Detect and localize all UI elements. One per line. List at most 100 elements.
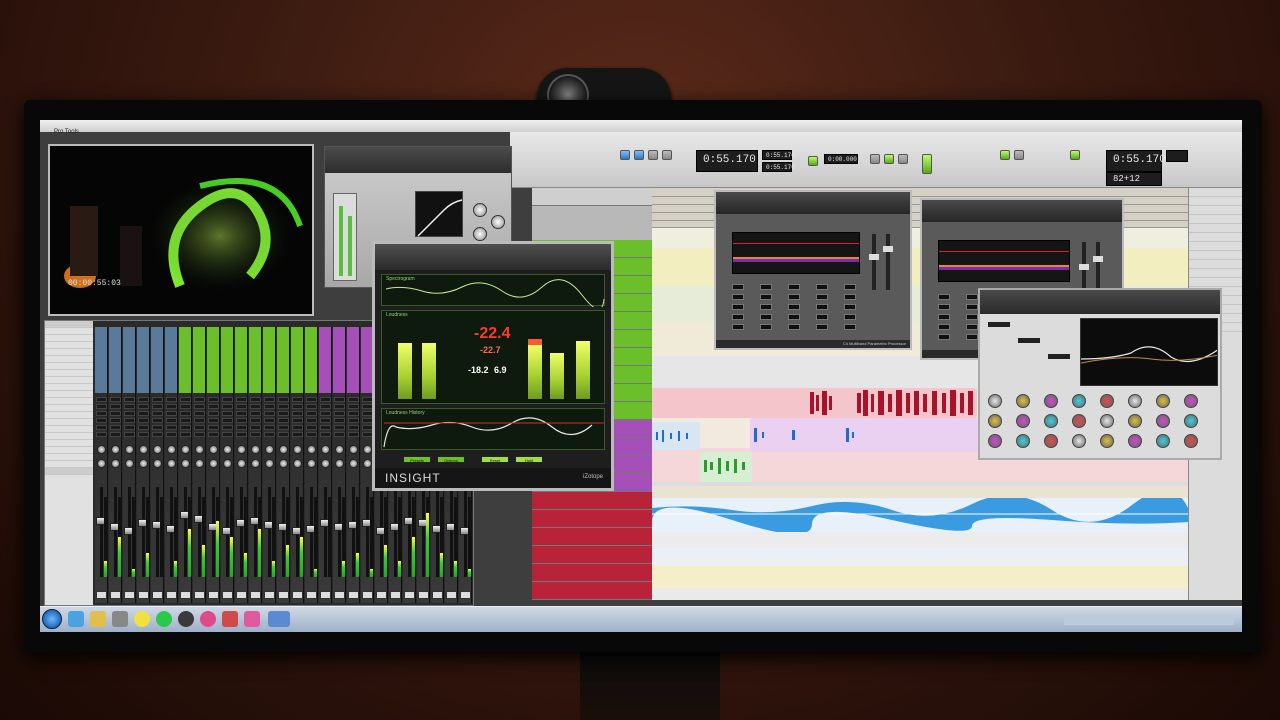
protools-icon[interactable] bbox=[178, 611, 194, 627]
mixer-channel-strip[interactable] bbox=[263, 327, 276, 603]
pan-knob[interactable] bbox=[349, 459, 358, 468]
insert-slot[interactable] bbox=[306, 425, 317, 430]
pan-knob[interactable] bbox=[97, 459, 106, 468]
mixer-channel-strip[interactable] bbox=[95, 327, 108, 603]
insert-slot[interactable] bbox=[320, 404, 331, 409]
insert-slot[interactable] bbox=[334, 404, 345, 409]
mix-tracks-list[interactable] bbox=[45, 321, 93, 605]
insert-slot[interactable] bbox=[278, 397, 289, 402]
mixer-channel-strip[interactable] bbox=[165, 327, 178, 603]
band-parameter-field[interactable] bbox=[938, 314, 950, 320]
insert-slot[interactable] bbox=[292, 397, 303, 402]
insert-slot[interactable] bbox=[306, 418, 317, 423]
band-parameter-field[interactable] bbox=[732, 294, 744, 300]
bars-beats-display[interactable]: 82+12 bbox=[1106, 172, 1162, 186]
insert-slot[interactable] bbox=[110, 418, 121, 423]
insert-slot[interactable] bbox=[222, 411, 233, 416]
pan-knob[interactable] bbox=[265, 459, 274, 468]
insert-slot[interactable] bbox=[166, 397, 177, 402]
track-name-plate[interactable] bbox=[404, 591, 415, 599]
mixer-channel-strip[interactable] bbox=[137, 327, 150, 603]
insert-slot[interactable] bbox=[96, 404, 107, 409]
band-parameter-field[interactable] bbox=[844, 314, 856, 320]
track-lane[interactable] bbox=[652, 548, 1188, 566]
track-name-plate[interactable] bbox=[320, 591, 331, 599]
plugin-header[interactable] bbox=[980, 290, 1220, 314]
insert-slot[interactable] bbox=[166, 418, 177, 423]
eq-band-knob[interactable] bbox=[988, 414, 1002, 428]
pan-knob[interactable] bbox=[167, 445, 176, 454]
ratio-knob[interactable] bbox=[473, 203, 487, 217]
pan-knob[interactable] bbox=[363, 445, 372, 454]
insert-slot[interactable] bbox=[124, 411, 135, 416]
audio-clip[interactable] bbox=[652, 422, 700, 450]
insert-slot[interactable] bbox=[208, 404, 219, 409]
insert-slot[interactable] bbox=[96, 425, 107, 430]
insert-slot[interactable] bbox=[152, 425, 163, 430]
pan-knob[interactable] bbox=[251, 459, 260, 468]
pan-knob[interactable] bbox=[251, 445, 260, 454]
insert-slot[interactable] bbox=[194, 425, 205, 430]
insert-slot[interactable] bbox=[334, 418, 345, 423]
pan-knob[interactable] bbox=[321, 445, 330, 454]
eq-band-knob[interactable] bbox=[1016, 414, 1030, 428]
insert-slot[interactable] bbox=[180, 418, 191, 423]
mixer-channel-strip[interactable] bbox=[207, 327, 220, 603]
insert-slot[interactable] bbox=[96, 411, 107, 416]
band-parameter-field[interactable] bbox=[966, 314, 978, 320]
firefox-icon[interactable] bbox=[222, 611, 238, 627]
band-parameter-field[interactable] bbox=[788, 324, 800, 330]
insert-slot[interactable] bbox=[348, 404, 359, 409]
pan-knob[interactable] bbox=[125, 459, 134, 468]
band-parameter-field[interactable] bbox=[844, 304, 856, 310]
insight-hold-button[interactable]: Hold bbox=[515, 456, 543, 463]
insert-slot[interactable] bbox=[208, 397, 219, 402]
insert-slot[interactable] bbox=[334, 411, 345, 416]
insert-slot[interactable] bbox=[320, 418, 331, 423]
track-header[interactable] bbox=[532, 564, 652, 582]
track-name-plate[interactable] bbox=[208, 591, 219, 599]
insert-slot[interactable] bbox=[292, 418, 303, 423]
insert-slot[interactable] bbox=[306, 411, 317, 416]
zoom-button[interactable] bbox=[870, 154, 880, 164]
insert-slot[interactable] bbox=[152, 411, 163, 416]
insert-slot[interactable] bbox=[110, 404, 121, 409]
track-name-plate[interactable] bbox=[152, 591, 163, 599]
insert-slot[interactable] bbox=[110, 432, 121, 437]
pan-knob[interactable] bbox=[279, 459, 288, 468]
system-tray[interactable] bbox=[1064, 615, 1234, 625]
track-name-plate[interactable] bbox=[348, 591, 359, 599]
mixer-channel-strip[interactable] bbox=[109, 327, 122, 603]
insert-slot[interactable] bbox=[264, 397, 275, 402]
insert-slot[interactable] bbox=[208, 411, 219, 416]
pan-knob[interactable] bbox=[139, 459, 148, 468]
secondary-counter[interactable]: 0:55.170 bbox=[1106, 150, 1166, 172]
track-name-plate[interactable] bbox=[446, 591, 457, 599]
pan-knob[interactable] bbox=[181, 445, 190, 454]
insert-slot[interactable] bbox=[222, 418, 233, 423]
insert-slot[interactable] bbox=[320, 425, 331, 430]
band-parameter-field[interactable] bbox=[760, 294, 772, 300]
insert-slot[interactable] bbox=[124, 397, 135, 402]
plugin-header[interactable] bbox=[922, 200, 1122, 222]
insert-slot[interactable] bbox=[250, 404, 261, 409]
track-name-plate[interactable] bbox=[222, 591, 233, 599]
eq-band-knob[interactable] bbox=[1072, 414, 1086, 428]
insert-slot[interactable] bbox=[124, 425, 135, 430]
insert-slot[interactable] bbox=[208, 418, 219, 423]
track-header[interactable] bbox=[532, 546, 652, 564]
track-name-plate[interactable] bbox=[306, 591, 317, 599]
band-parameter-field[interactable] bbox=[816, 324, 828, 330]
band-parameter-field[interactable] bbox=[760, 324, 772, 330]
pan-knob[interactable] bbox=[279, 445, 288, 454]
mixer-channel-strip[interactable] bbox=[249, 327, 262, 603]
insert-slot[interactable] bbox=[306, 432, 317, 437]
pan-knob[interactable] bbox=[349, 445, 358, 454]
insert-slot[interactable] bbox=[348, 418, 359, 423]
track-name-plate[interactable] bbox=[362, 591, 373, 599]
insert-slot[interactable] bbox=[208, 425, 219, 430]
eq-band-knob[interactable] bbox=[1100, 434, 1114, 448]
track-name-plate[interactable] bbox=[110, 591, 121, 599]
insert-slot[interactable] bbox=[194, 418, 205, 423]
insert-slot[interactable] bbox=[152, 418, 163, 423]
